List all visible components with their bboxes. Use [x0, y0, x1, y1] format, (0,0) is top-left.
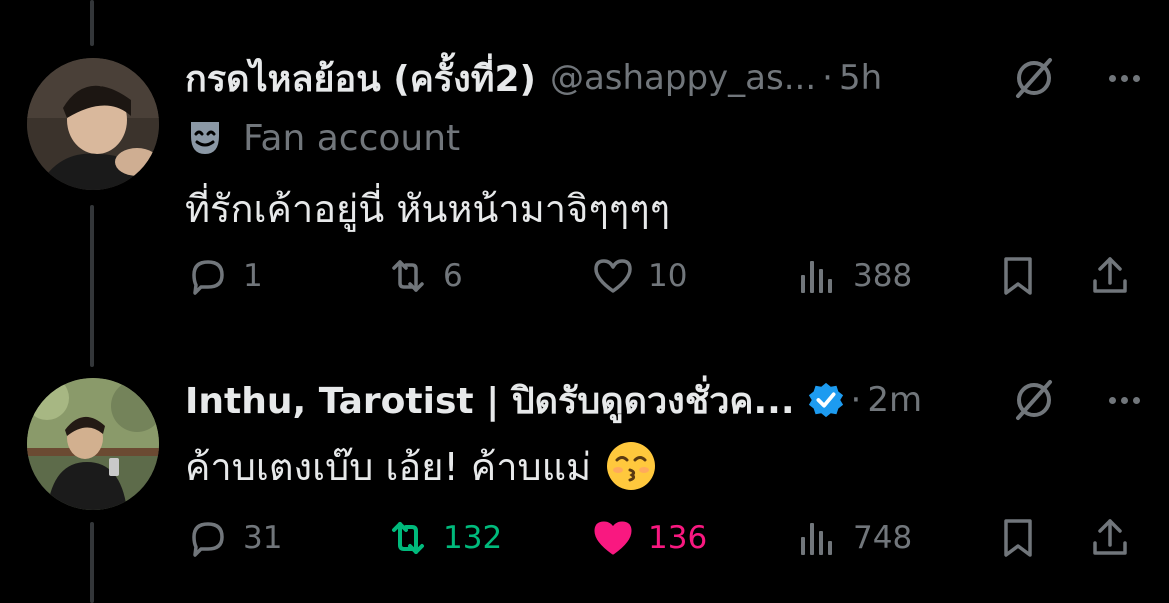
action-bar: 31 132 136 748 — [185, 510, 1139, 566]
like-icon — [594, 521, 632, 555]
reply-button[interactable]: 1 — [185, 248, 263, 304]
tweet-text: ค้าบเตงเบ๊บ เอ้ย! ค้าบแม่ — [185, 436, 657, 496]
share-button[interactable] — [1087, 248, 1133, 304]
tweet-1[interactable]: กรดไหลย้อน (ครั้งที่2) @ashappy_as... · … — [0, 0, 1169, 330]
retweet-icon — [392, 522, 424, 554]
timestamp[interactable]: 2m — [867, 380, 922, 420]
share-icon — [1093, 257, 1127, 293]
separator-dot: · — [850, 380, 862, 420]
avatar[interactable] — [27, 58, 159, 190]
views-icon — [801, 261, 832, 293]
tweet-2[interactable]: Inthu, Tarotist | ปิดรับดูดวงชั่วค... · … — [0, 330, 1169, 603]
views-count: 388 — [853, 258, 913, 294]
reply-button[interactable]: 31 — [185, 510, 282, 566]
views-icon — [801, 523, 832, 555]
timestamp[interactable]: 5h — [839, 58, 882, 98]
views-button[interactable]: 748 — [795, 510, 912, 566]
bookmark-button[interactable] — [995, 510, 1041, 566]
like-icon — [594, 259, 632, 293]
retweet-button[interactable]: 132 — [385, 510, 502, 566]
action-bar: 1 6 10 388 — [185, 248, 1139, 304]
share-icon — [1093, 519, 1127, 555]
reply-count: 31 — [243, 520, 283, 556]
retweet-count: 132 — [443, 520, 503, 556]
more-icon[interactable] — [1099, 375, 1149, 425]
reply-count: 1 — [243, 258, 263, 294]
retweet-button[interactable]: 6 — [385, 248, 463, 304]
like-count: 136 — [648, 520, 708, 556]
label-text: Fan account — [243, 117, 461, 159]
share-button[interactable] — [1087, 510, 1133, 566]
bookmark-icon — [1004, 257, 1032, 295]
display-name[interactable]: กรดไหลย้อน (ครั้งที่2) — [185, 50, 536, 107]
verified-badge-icon — [808, 382, 843, 418]
tweet-text: ที่รักเค้าอยู่นี่ หันหน้ามาจิๆๆๆๆ — [185, 180, 670, 236]
like-count: 10 — [648, 258, 688, 294]
user-handle[interactable]: @ashappy_as... — [550, 58, 816, 98]
views-button[interactable]: 388 — [795, 248, 912, 304]
retweet-count: 6 — [443, 258, 463, 294]
like-button[interactable]: 10 — [590, 248, 687, 304]
fan-account-label: Fan account — [185, 115, 460, 161]
bookmark-icon — [1004, 519, 1032, 557]
separator-dot: · — [822, 58, 833, 98]
tweet-text-content: ค้าบเตงเบ๊บ เอ้ย! ค้าบแม่ — [185, 444, 592, 489]
avatar[interactable] — [27, 378, 159, 510]
fan-mask-icon — [191, 122, 219, 154]
views-count: 748 — [853, 520, 913, 556]
more-icon[interactable] — [1099, 53, 1149, 103]
grok-icon[interactable] — [1009, 375, 1059, 425]
grok-icon[interactable] — [1009, 53, 1059, 103]
reply-icon — [192, 260, 224, 295]
kissing-face-smiling-eyes-emoji — [607, 442, 656, 490]
reply-icon — [192, 522, 224, 557]
tweet-text-content: ที่รักเค้าอยู่นี่ หันหน้ามาจิๆๆๆๆ — [185, 186, 671, 231]
like-button[interactable]: 136 — [590, 510, 707, 566]
retweet-icon — [392, 260, 424, 292]
bookmark-button[interactable] — [995, 248, 1041, 304]
display-name[interactable]: Inthu, Tarotist | ปิดรับดูดวงชั่วค... — [185, 372, 795, 429]
